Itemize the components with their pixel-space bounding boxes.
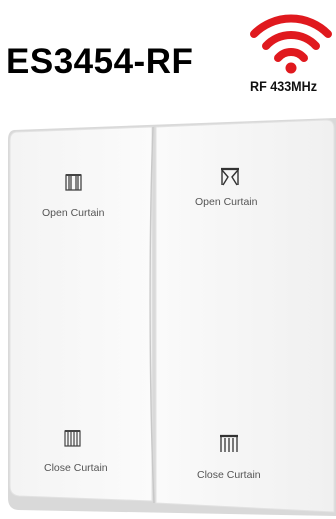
curtain-closed-icon (220, 434, 238, 452)
wifi-signal-icon (250, 14, 332, 74)
rf-badge: RF 433MHz (246, 6, 336, 98)
curtain-open-icon (65, 174, 82, 191)
wall-switch-panel: Open Curtain Open Curtain Close Curtain … (0, 110, 336, 519)
switch-body (8, 118, 336, 516)
product-model-title: ES3454-RF (6, 42, 194, 81)
right-bottom-button-label: Close Curtain (197, 469, 261, 481)
curtain-closed-icon (64, 430, 81, 447)
rf-frequency-label: RF 433MHz (250, 79, 317, 94)
left-top-button-label: Open Curtain (42, 207, 105, 219)
right-rocker[interactable] (155, 119, 335, 513)
curtain-open-icon (221, 167, 239, 186)
left-bottom-button-label: Close Curtain (44, 462, 108, 474)
right-top-button-label: Open Curtain (195, 196, 258, 208)
